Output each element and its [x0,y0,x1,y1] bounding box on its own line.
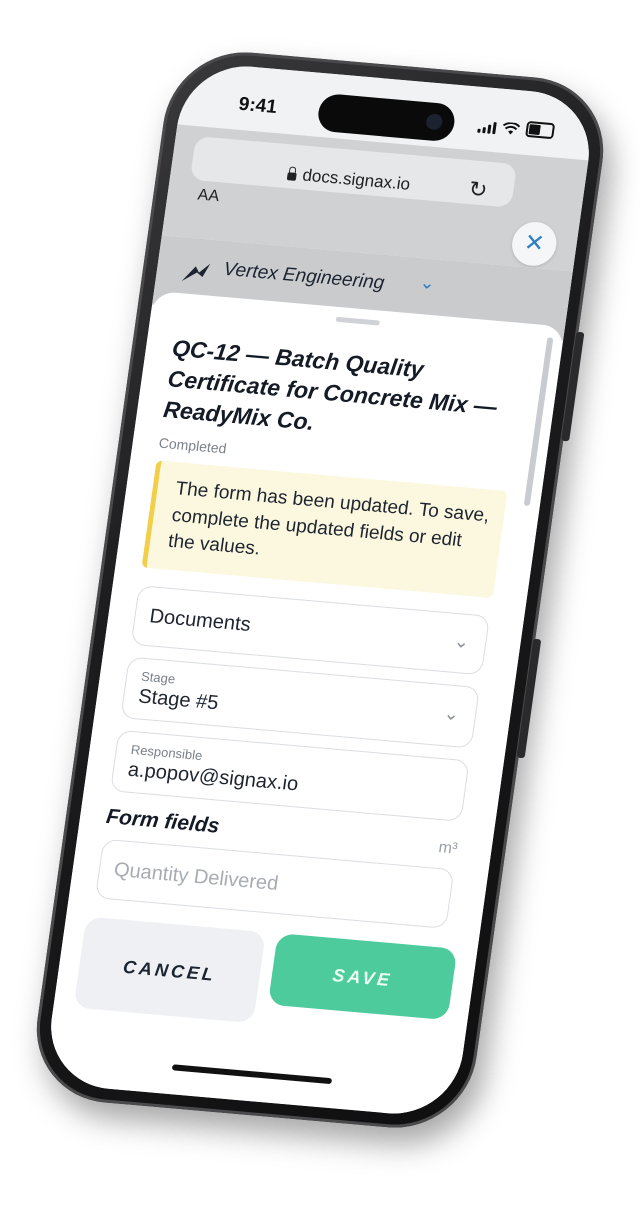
clock: 9:41 [237,93,279,118]
form-content: QC-12 — Batch Quality Certificate for Co… [89,333,525,971]
url-display: docs.signax.io [286,164,411,195]
wifi-icon [502,122,521,135]
organization-name[interactable]: Vertex Engineering [222,259,385,295]
status-icons [477,117,556,140]
quantity-unit: m³ [437,838,459,858]
cellular-signal-icon [477,121,497,135]
scene: 9:41 docs.signax.io ↻ AA ✕ Vertex Engine… [0,0,640,1205]
camera-icon [425,113,444,131]
cancel-button[interactable]: CANCEL [73,916,266,1024]
phone-screen: 9:41 docs.signax.io ↻ AA ✕ Vertex Engine… [42,61,598,1119]
quantity-placeholder: Quantity Delivered [112,858,280,895]
chevron-down-icon[interactable]: ⌄ [418,272,436,294]
home-indicator[interactable] [171,1064,333,1085]
close-icon[interactable]: ✕ [509,220,560,268]
vertex-logo-icon [181,263,211,282]
update-notice: The form has been updated. To save, comp… [141,460,508,599]
url-text: docs.signax.io [301,165,412,194]
documents-label: Documents [148,605,253,636]
form-title: QC-12 — Batch Quality Certificate for Co… [161,334,499,436]
battery-icon [525,120,556,140]
form-sheet: QC-12 — Batch Quality Certificate for Co… [42,290,566,1119]
reload-icon[interactable]: ↻ [467,176,489,203]
phone-device: 9:41 docs.signax.io ↻ AA ✕ Vertex Engine… [26,45,614,1135]
chevron-down-icon: ⌄ [452,630,471,652]
dynamic-island [315,92,457,143]
save-button[interactable]: SAVE [267,933,458,1021]
sheet-grabber[interactable] [335,316,381,326]
lock-icon [286,172,297,181]
text-size-button[interactable]: AA [196,186,221,206]
form-fields-title: Form fields [104,804,221,838]
chevron-down-icon: ⌄ [442,703,461,725]
